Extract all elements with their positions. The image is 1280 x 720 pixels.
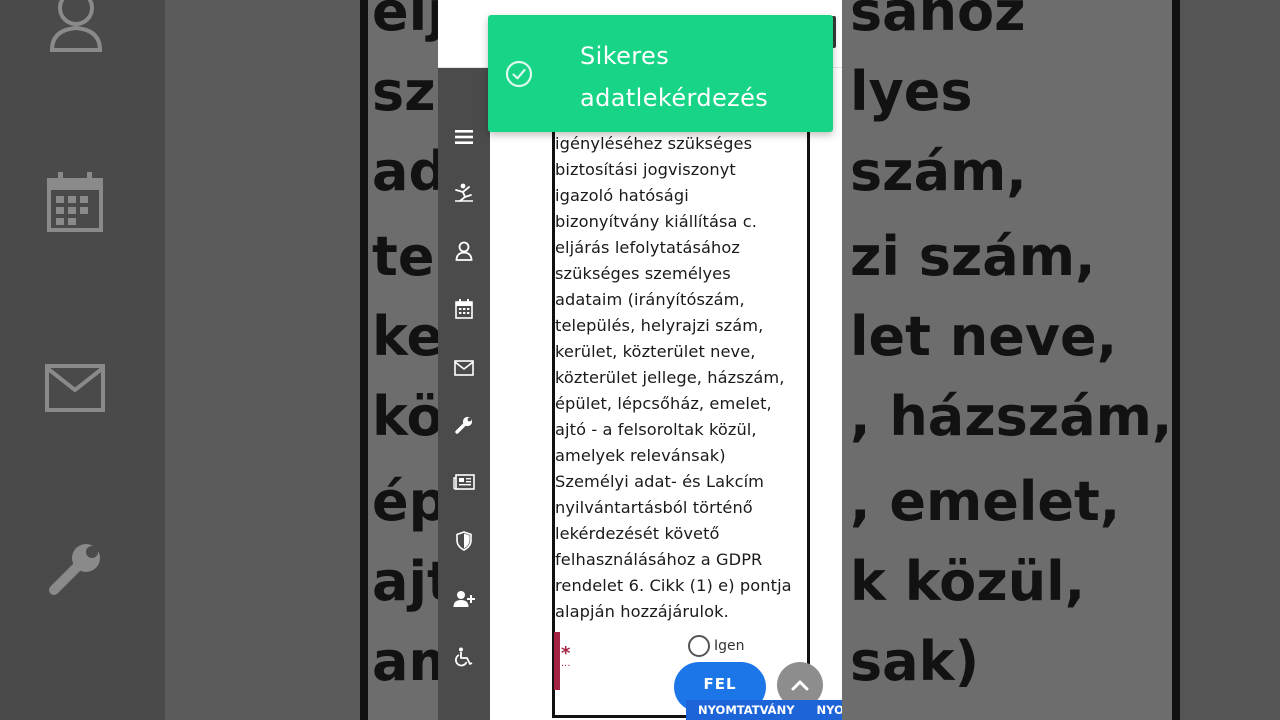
consent-line: nyilvántartásból történő (555, 498, 753, 517)
print-form-tab[interactable]: NYOM (795, 703, 842, 717)
chevron-up-icon (791, 680, 809, 691)
consent-radio-yes[interactable]: Igen (688, 635, 745, 657)
success-toast[interactable]: Sikeres adatlekérdezés (488, 15, 833, 132)
background-right-panel (1180, 0, 1280, 720)
background-center-panel (165, 0, 360, 720)
background-text-line: k közül, (850, 550, 1086, 613)
toast-message-line: adatlekérdezés (580, 84, 769, 112)
consent-line: adataim (irányítószám, (555, 290, 745, 309)
print-form-tab[interactable]: NYOMTATVÁNY (686, 703, 795, 717)
check-circle-icon (505, 60, 533, 88)
accessibility-figure-icon[interactable] (448, 177, 480, 209)
user-icon[interactable] (448, 235, 480, 267)
sidebar (438, 68, 490, 720)
background-wrench-icon (48, 540, 104, 598)
radio-button[interactable] (688, 635, 710, 657)
consent-line: közterület jellege, házszám, (555, 368, 785, 387)
background-text-line: ke (372, 305, 444, 368)
consent-line: szükséges személyes (555, 264, 731, 283)
consent-line: Személyi adat- és Lakcím (555, 472, 765, 491)
background-text-line: ép (372, 470, 448, 533)
consent-line: igényléséhez szükséges (555, 134, 753, 153)
consent-line: lekérdezését követő (555, 524, 720, 543)
background-text-line: sához (850, 0, 1026, 43)
background-left-panel (0, 0, 165, 720)
consent-line: épület, lépcsőház, emelet, (555, 394, 772, 413)
required-dots: ··· (561, 661, 571, 672)
consent-text: igényléséhez szükséges biztosítási jogvi… (555, 131, 815, 625)
consent-line: alapján hozzájárulok. (555, 602, 729, 621)
wrench-icon[interactable] (448, 409, 480, 441)
shield-icon[interactable] (448, 525, 480, 557)
background-user-icon (48, 0, 104, 52)
wheelchair-icon[interactable] (448, 641, 480, 673)
background-document-border (360, 0, 368, 720)
print-form-bar: NYOMTATVÁNY NYOM (686, 700, 842, 720)
consent-line: rendelet 6. Cikk (1) e) pontja (555, 576, 792, 595)
background-text-line: elj (372, 0, 446, 43)
background-text-line: szám, (850, 140, 1027, 203)
mail-icon[interactable] (448, 352, 480, 384)
background-text-line: zi szám, (850, 225, 1096, 288)
consent-line: biztosítási jogviszonyt (555, 160, 736, 179)
consent-line: igazoló hatósági (555, 186, 689, 205)
background-document-border (1172, 0, 1180, 720)
menu-icon[interactable] (448, 121, 480, 153)
background-text-line: , házszám, (850, 385, 1173, 448)
consent-line: bizonyítvány kiállítása c. (555, 212, 758, 231)
background-text-line: let neve, (850, 305, 1118, 368)
required-field-marker (554, 632, 560, 690)
background-text-line: lyes (850, 60, 973, 123)
calendar-icon[interactable] (448, 293, 480, 325)
background-text-line: ad (372, 140, 448, 203)
background-calendar-icon (46, 172, 104, 232)
consent-line: település, helyrajzi szám, (555, 316, 764, 335)
consent-line: felhasználásához a GDPR (555, 550, 763, 569)
newspaper-icon[interactable] (448, 466, 480, 498)
radio-label: Igen (714, 638, 745, 654)
background-text-line: sak) (850, 630, 980, 693)
consent-line: kerület, közterület neve, (555, 342, 756, 361)
toast-message-line: Sikeres (580, 42, 670, 70)
consent-line: ajtó - a felsoroltak közül, (555, 420, 757, 439)
consent-line: amelyek relevánsak) (555, 446, 726, 465)
add-user-icon[interactable] (448, 583, 480, 615)
background-text-line: kö (372, 385, 444, 448)
toast-message: Sikeres adatlekérdezés (580, 35, 820, 119)
background-text-line: , emelet, (850, 470, 1121, 533)
background-mail-icon (45, 364, 105, 412)
consent-line: eljárás lefolytatásához (555, 238, 741, 257)
